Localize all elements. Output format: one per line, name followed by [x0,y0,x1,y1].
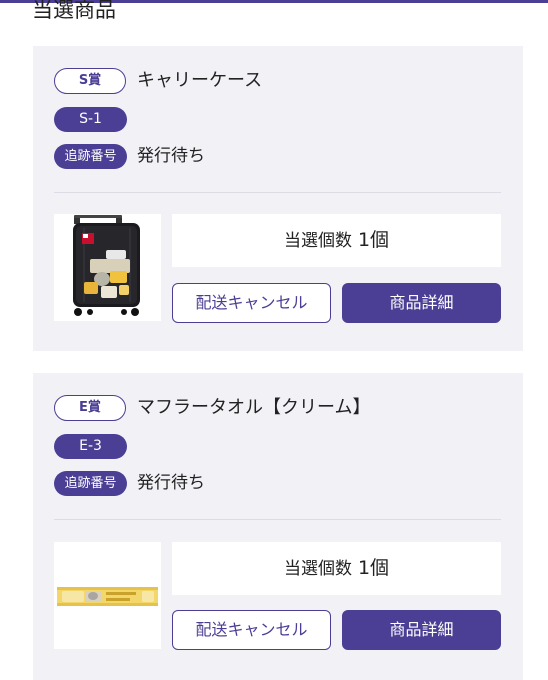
tracking-status: 発行待ち [137,473,205,493]
product-thumbnail[interactable] [54,214,161,321]
prize-code-badge: E-3 [54,434,127,459]
item-name: マフラータオル【クリーム】 [137,397,371,418]
tracking-status: 発行待ち [137,146,205,166]
item-name: キャリーケース [137,70,263,91]
product-detail-button[interactable]: 商品詳細 [342,283,501,323]
divider [54,192,501,193]
win-quantity: 当選個数 1個 [172,542,501,595]
product-thumbnail[interactable] [54,542,161,649]
towel-image [57,587,158,606]
prize-code-badge: S-1 [54,107,127,132]
cancel-shipping-button[interactable]: 配送キャンセル [172,610,331,650]
win-quantity: 当選個数 1個 [172,214,501,267]
divider [54,519,501,520]
quantity-value: 1個 [357,229,390,251]
suitcase-image [73,215,140,316]
prize-card: S賞 キャリーケース S-1 追跡番号 発行待ち 当選個数 1個 配送キャンセル… [33,46,523,351]
product-detail-button[interactable]: 商品詳細 [342,610,501,650]
prize-card: E賞 マフラータオル【クリーム】 E-3 追跡番号 発行待ち 当選個数 1個 配送… [33,373,523,680]
tracking-label-badge: 追跡番号 [54,471,127,496]
tracking-label-badge: 追跡番号 [54,144,127,169]
rank-badge: E賞 [54,395,126,421]
page-title: 当選商品 [32,0,116,22]
quantity-value: 1個 [357,557,390,579]
rank-badge: S賞 [54,68,126,94]
quantity-label: 当選個数 [283,231,352,251]
cancel-shipping-button[interactable]: 配送キャンセル [172,283,331,323]
quantity-label: 当選個数 [283,559,352,579]
